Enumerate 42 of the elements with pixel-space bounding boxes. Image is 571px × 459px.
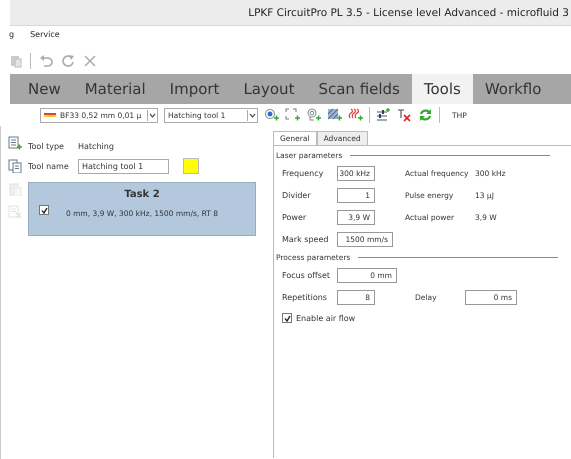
field-label: Divider	[282, 190, 312, 200]
checkmark-icon	[284, 314, 290, 322]
heat-add-icon[interactable]	[348, 108, 363, 122]
ribbon-tab[interactable]: Layout	[231, 74, 306, 104]
ribbon-tab[interactable]: Scan fields	[306, 74, 412, 104]
field-label: Focus offset	[282, 270, 332, 280]
frame-add-icon[interactable]	[285, 108, 300, 122]
ribbon-tab[interactable]: Workflo	[472, 74, 554, 104]
field-label: Frequency	[282, 168, 324, 178]
checkbox-label: Enable air flow	[296, 314, 356, 322]
menu-item[interactable]: Service	[30, 30, 60, 44]
close-icon[interactable]	[83, 54, 97, 68]
hatch-add-icon[interactable]	[327, 108, 342, 122]
undo-icon[interactable]	[39, 54, 53, 68]
field-label: Tool name	[28, 162, 70, 170]
target-add-icon[interactable]	[264, 108, 279, 122]
refresh-icon[interactable]	[418, 108, 433, 122]
checkmark-icon	[40, 206, 48, 214]
text-delete-icon[interactable]	[397, 108, 412, 122]
list-add-icon[interactable]	[8, 136, 22, 150]
color-swatch[interactable]	[183, 158, 199, 174]
ribbon-tab[interactable]: Material	[72, 74, 158, 104]
caret-icon	[149, 112, 156, 118]
window-title: LPKF CircuitPro PL 3.5 - License level Advanced - microfluid 3	[248, 6, 570, 18]
field-label: Tool type	[28, 142, 65, 150]
caret-icon	[249, 112, 256, 118]
copy-icon[interactable]	[8, 159, 22, 173]
field-label: Mark speed	[282, 234, 330, 244]
ribbon-tab[interactable]: Import	[158, 74, 232, 104]
tool-name-field[interactable]: Hatching tool 1	[78, 158, 169, 174]
ribbon-tab[interactable]: New	[16, 74, 73, 104]
task-title: Task 2	[124, 189, 160, 200]
ribbon-tab[interactable]: Tools	[412, 74, 473, 104]
menu-item[interactable]: g	[9, 30, 14, 44]
tool-type-value: Hatching	[78, 142, 114, 150]
sliders-add-icon[interactable]	[376, 108, 391, 122]
spiral-add-icon[interactable]	[306, 108, 321, 122]
field-label: Repetitions	[282, 292, 328, 302]
checkbox[interactable]	[39, 205, 49, 215]
redo-icon[interactable]	[61, 54, 75, 68]
checkbox[interactable]	[282, 313, 292, 323]
field-label: Power	[282, 212, 308, 222]
